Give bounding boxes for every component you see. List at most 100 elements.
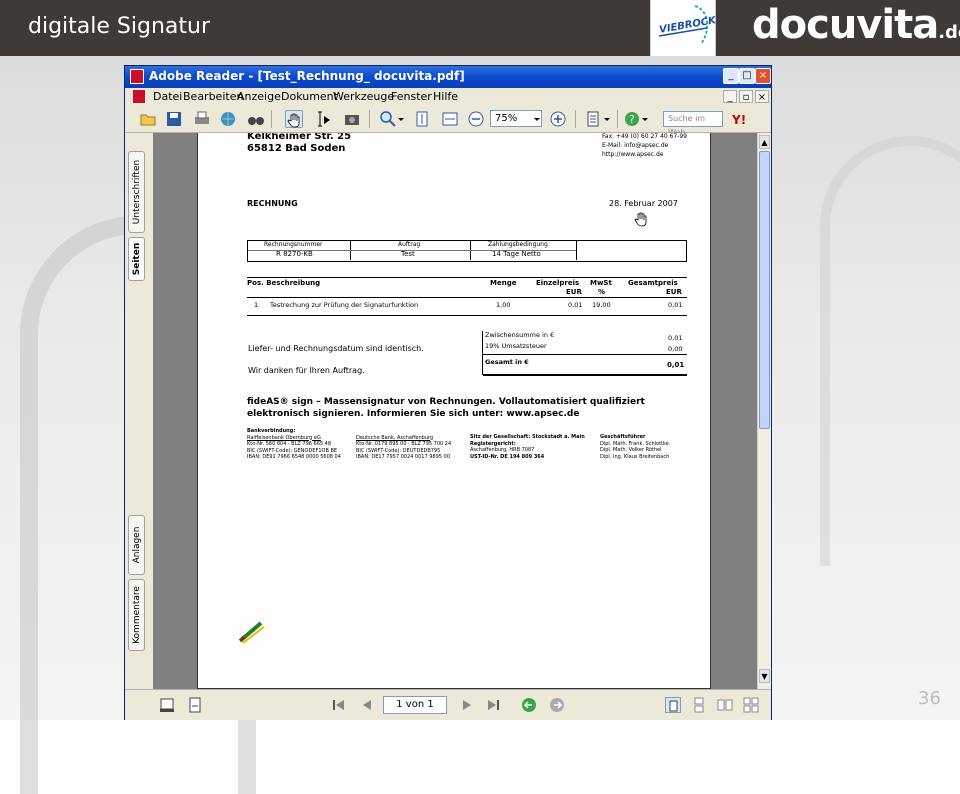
- totals-rule: [483, 354, 687, 355]
- page-preview-icon[interactable]: [159, 697, 175, 713]
- next-page-icon[interactable]: [459, 697, 475, 713]
- tab-anlagen-label: Anlagen: [131, 526, 142, 564]
- promo-line-1: fideAS® sign – Massensignatur von Rechnu…: [247, 397, 645, 407]
- invoice-heading: RECHNUNG: [247, 199, 298, 208]
- vertical-scrollbar[interactable]: ▲ ▼: [757, 133, 771, 689]
- go-forward-icon[interactable]: [549, 697, 565, 713]
- footer-company: Sitz der Gesellschaft: Stockstadt a. Mai…: [470, 434, 585, 460]
- totals-ust-value: 0,00: [668, 345, 683, 353]
- previous-page-icon[interactable]: [359, 697, 375, 713]
- items-header-menge: Menge: [490, 279, 517, 287]
- navigation-side-panel: Unterschriften Seiten Anlagen Kommentare: [125, 133, 148, 689]
- scrollbar-thumb[interactable]: [759, 151, 770, 429]
- items-header-mwst: MwSt: [590, 279, 612, 287]
- tab-seiten[interactable]: Seiten: [128, 237, 145, 281]
- binoculars-icon[interactable]: [247, 110, 265, 128]
- footer-col3-line: UST-ID-Nr. DE 194 809 364: [470, 453, 545, 460]
- zoom-dropdown-icon[interactable]: [397, 110, 405, 128]
- minimize-button[interactable]: _: [723, 68, 739, 84]
- invoice-info-box: Rechnungsnummer Auftrag Zahlungsbedingun…: [247, 240, 687, 262]
- yahoo-logo-icon[interactable]: Y!: [731, 110, 753, 128]
- tab-unterschriften-label: Unterschriften: [131, 159, 142, 225]
- svg-text:Y!: Y!: [731, 113, 746, 127]
- items-header-pos: Pos. Beschreibung: [247, 279, 321, 287]
- page-layout-icon[interactable]: [585, 110, 603, 128]
- doc-close-button[interactable]: ×: [755, 90, 769, 103]
- web-search-input[interactable]: Suche im Web: [663, 111, 723, 137]
- menu-werkzeuge[interactable]: Werkzeuge: [333, 90, 394, 103]
- facing-view-icon[interactable]: [717, 697, 733, 713]
- continuous-view-icon[interactable]: [691, 697, 707, 713]
- items-header-gesamtpreis-unit: EUR: [666, 288, 682, 296]
- print-icon[interactable]: [193, 110, 211, 128]
- document-menu-icon[interactable]: [133, 90, 145, 103]
- totals-zwischensumme-label: Zwischensumme in €: [485, 331, 555, 339]
- info-value-rechnungsnummer: R 8270-KB: [276, 250, 313, 258]
- pdf-page: Kelkheimer Str. 25 65812 Bad Soden Fax. …: [197, 133, 711, 689]
- zoom-in-icon[interactable]: [549, 110, 567, 128]
- scroll-up-arrow-icon[interactable]: ▲: [759, 135, 770, 149]
- document-view[interactable]: Kelkheimer Str. 25 65812 Bad Soden Fax. …: [153, 133, 757, 689]
- menu-hilfe[interactable]: Hilfe: [433, 90, 458, 103]
- item-menge: 1,00: [496, 301, 511, 309]
- invoice-note-dates: Liefer- und Rechnungsdatum sind identisc…: [248, 344, 424, 353]
- maximize-button[interactable]: □: [739, 68, 755, 84]
- tab-unterschriften[interactable]: Unterschriften: [128, 151, 145, 233]
- tab-kommentare[interactable]: Kommentare: [128, 579, 145, 651]
- items-header-mwst-unit: %: [598, 288, 606, 296]
- signature-pen-icon[interactable]: [237, 619, 267, 645]
- document-properties-icon[interactable]: [187, 697, 203, 713]
- docuvita-logo-main: docuvita: [752, 2, 939, 48]
- help-icon[interactable]: ?: [623, 110, 641, 128]
- info-value-zahlungsbedingung: 14 Tage Netto: [492, 250, 541, 258]
- menubar: Datei Bearbeiten Anzeige Dokument Werkze…: [125, 88, 771, 107]
- single-page-view-icon[interactable]: [665, 697, 681, 713]
- info-value-auftrag: Test: [401, 250, 415, 258]
- first-page-icon[interactable]: [331, 697, 347, 713]
- footer-management: Geschäftsführer Dipl. Math. Frank. Schlo…: [600, 434, 669, 460]
- continuous-facing-view-icon[interactable]: [743, 697, 759, 713]
- toolbar-separator: [369, 110, 370, 128]
- item-pos: 1: [254, 301, 259, 309]
- hand-tool-icon[interactable]: [285, 110, 303, 128]
- doc-restore-button[interactable]: ▫: [739, 90, 753, 103]
- save-icon[interactable]: [165, 110, 183, 128]
- slide-title: digitale Signatur: [28, 14, 210, 39]
- items-top-rule: [247, 277, 687, 278]
- info-header-rechnungsnummer: Rechnungsnummer: [264, 241, 323, 248]
- footer-col2-line: IBAN: DE17 7957 0024 0017 9895 00: [356, 454, 450, 460]
- tab-anlagen[interactable]: Anlagen: [128, 515, 145, 575]
- zoom-level-dropdown-icon[interactable]: [533, 110, 541, 128]
- page-layout-dropdown-icon[interactable]: [603, 110, 611, 128]
- email-globe-icon[interactable]: [219, 110, 237, 128]
- scroll-down-arrow-icon[interactable]: ▼: [759, 669, 770, 683]
- item-einzelpreis: 0,01: [568, 301, 583, 309]
- menu-fenster[interactable]: Fenster: [391, 90, 432, 103]
- menu-anzeige[interactable]: Anzeige: [237, 90, 281, 103]
- menu-dokument[interactable]: Dokument: [281, 90, 338, 103]
- actual-size-icon[interactable]: [413, 110, 431, 128]
- select-text-icon[interactable]: [315, 110, 333, 128]
- totals-double-rule: [483, 374, 687, 376]
- slide-header: digitale Signatur VIEBROCK docuvita.de: [0, 0, 960, 56]
- last-page-icon[interactable]: [485, 697, 501, 713]
- menu-datei[interactable]: Datei: [153, 90, 182, 103]
- doc-minimize-button[interactable]: _: [723, 90, 737, 103]
- zoom-out-icon[interactable]: [467, 110, 485, 128]
- snapshot-camera-icon[interactable]: [343, 110, 361, 128]
- menu-bearbeiten[interactable]: Bearbeiten: [183, 90, 243, 103]
- items-header-einzelpreis: Einzelpreis: [536, 279, 580, 287]
- go-back-icon[interactable]: [521, 697, 537, 713]
- window-titlebar[interactable]: Adobe Reader - [Test_Rechnung_ docuvita.…: [125, 66, 771, 88]
- items-bottom-rule: [247, 315, 687, 316]
- hand-cursor-icon: [634, 211, 650, 227]
- invoice-date: 28. Februar 2007: [609, 199, 678, 208]
- fit-width-icon[interactable]: [441, 110, 459, 128]
- zoom-in-magnifier-icon[interactable]: [379, 110, 397, 128]
- open-folder-icon[interactable]: [139, 110, 157, 128]
- help-dropdown-icon[interactable]: [641, 110, 649, 128]
- close-button[interactable]: ×: [755, 68, 771, 84]
- footer-col4-line: Dipl. Ing. Klaus Breitenbach: [600, 453, 670, 460]
- page-number-field[interactable]: 1 von 1: [383, 696, 447, 714]
- footer-col4-line: Dipl. Math. Volker Röthel: [600, 447, 662, 453]
